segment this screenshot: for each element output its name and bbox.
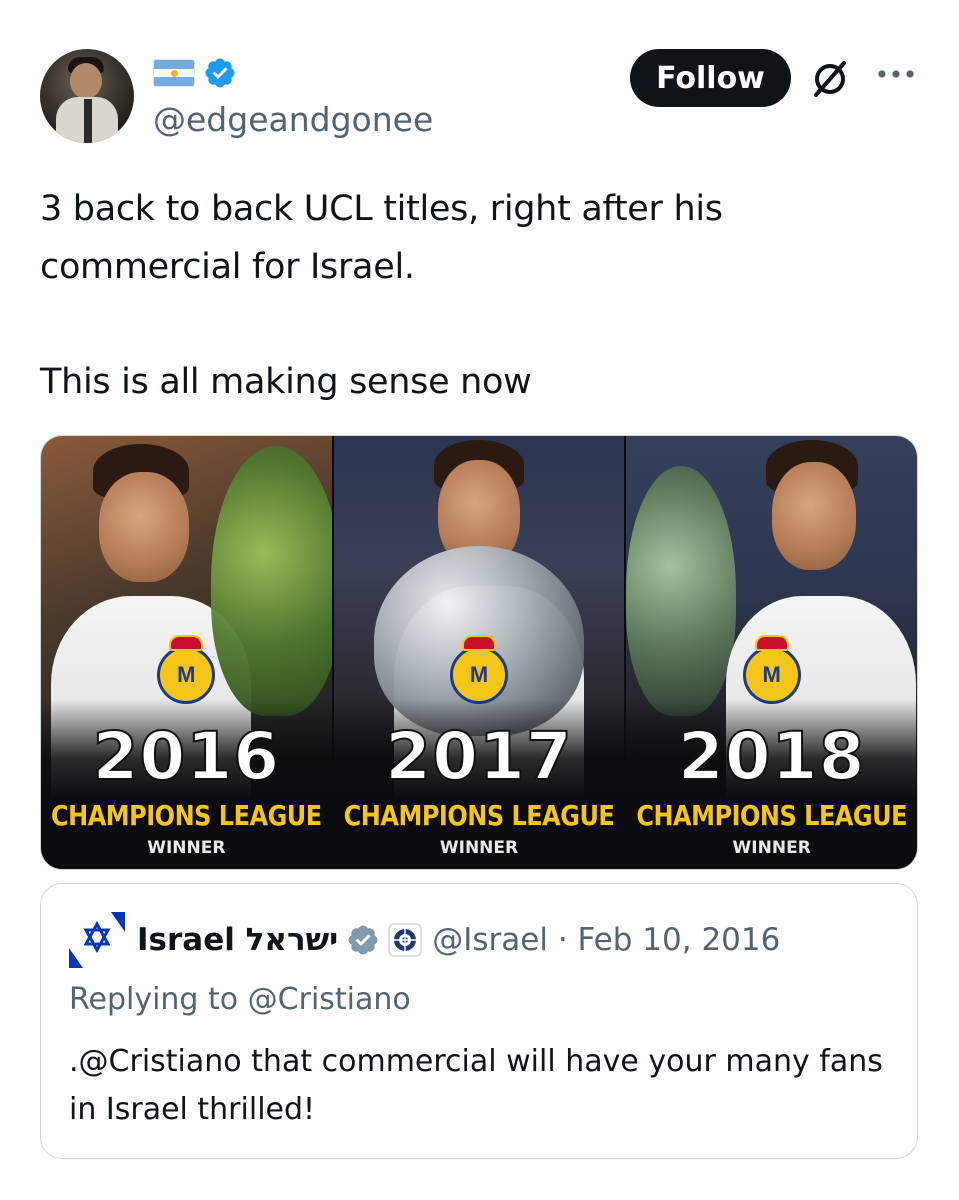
tweet-line: 3 back to back UCL titles, right after h… [40,189,723,229]
panel-subtitle: WINNER [439,838,519,858]
panel-year: 2016 [91,718,281,795]
grok-icon[interactable] [808,57,852,101]
panel-year: 2017 [384,718,573,795]
argentina-flag-icon [153,59,195,87]
government-emblem-icon [388,923,423,957]
panel-title: CHAMPIONS LEAGUE [51,799,322,833]
real-madrid-crest-icon: M [157,635,216,704]
media-panel: M 2017 CHAMPIONS LEAGUE WINNER [331,436,625,869]
panel-title: CHAMPIONS LEAGUE [343,799,615,833]
verified-badge-icon [205,58,235,88]
real-madrid-crest-icon: M [742,635,801,704]
tweet-media-image[interactable]: M 2016 CHAMPIONS LEAGUE WINNER M 2017 CH… [40,435,918,870]
panel-year: 2018 [677,718,866,795]
media-panel: M 2018 CHAMPIONS LEAGUE WINNER [624,436,917,869]
tweet-line: commercial for Israel. [40,247,415,287]
more-dots-icon[interactable] [876,64,916,84]
grey-verified-badge-icon [348,925,378,955]
quoted-author-name[interactable]: Israel ישראל [137,922,338,958]
quoted-text: .@Cristiano that commercial will have yo… [69,1044,883,1127]
quoted-handle-date[interactable]: @Israel · Feb 10, 2016 [432,922,780,958]
quoted-header: Israel ישראל @Israel · Feb 10, 2016 [69,912,780,968]
israel-flag-avatar-icon[interactable] [69,912,125,968]
real-madrid-crest-icon: M [450,635,508,704]
tweet-line: This is all making sense now [40,362,532,402]
replying-to: Replying to @Cristiano [69,982,411,1017]
author-handle[interactable]: @edgeandgonee [153,100,433,139]
follow-button[interactable]: Follow [630,49,791,107]
panel-title: CHAMPIONS LEAGUE [636,799,907,833]
author-name-row[interactable] [153,56,237,90]
tweet-text: 3 back to back UCL titles, right after h… [40,180,900,411]
panel-subtitle: WINNER [732,838,811,858]
media-panel: M 2016 CHAMPIONS LEAGUE WINNER [41,436,332,869]
panel-subtitle: WINNER [147,838,226,858]
quoted-tweet[interactable]: Israel ישראל @Israel · Feb 10, 2016 Repl… [40,883,918,1159]
author-avatar[interactable] [40,49,134,143]
